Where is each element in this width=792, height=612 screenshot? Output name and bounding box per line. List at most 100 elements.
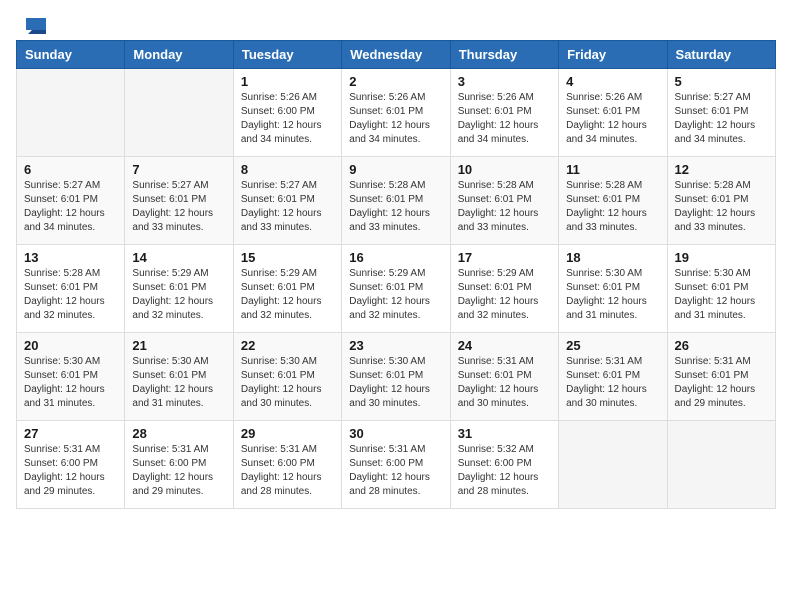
week-row-3: 13 Sunrise: 5:28 AM Sunset: 6:01 PM Dayli…: [17, 245, 776, 333]
day-info: Sunrise: 5:30 AM Sunset: 6:01 PM Dayligh…: [349, 355, 442, 411]
day-number: 22: [241, 338, 334, 353]
calendar-cell: [125, 69, 233, 157]
day-number: 29: [241, 426, 334, 441]
weekday-header-wednesday: Wednesday: [342, 41, 450, 69]
calendar-cell: 15Sunrise: 5:29 AM Sunset: 6:01 PM Dayli…: [233, 245, 341, 333]
day-number: 9: [349, 162, 442, 177]
day-number: 10: [458, 162, 551, 177]
calendar-cell: [559, 421, 667, 509]
page-header: [16, 16, 776, 30]
calendar-cell: 2 Sunrise: 5:26 AM Sunset: 6:01 PM Daylig…: [342, 69, 450, 157]
day-number: 23: [349, 338, 442, 353]
calendar-cell: 11 Sunrise: 5:28 AM Sunset: 6:01 PM Dayli…: [559, 157, 667, 245]
day-info: Sunrise: 5:31 AM Sunset: 6:00 PM Dayligh…: [241, 443, 334, 499]
calendar-cell: 7 Sunrise: 5:27 AM Sunset: 6:01 PM Daylig…: [125, 157, 233, 245]
day-info: Sunrise: 5:32 AM Sunset: 6:00 PM Dayligh…: [458, 443, 551, 499]
day-number: 3: [458, 74, 551, 89]
calendar-cell: 6 Sunrise: 5:27 AM Sunset: 6:01 PM Daylig…: [17, 157, 125, 245]
calendar-cell: 4Sunrise: 5:26 AM Sunset: 6:01 PM Daylig…: [559, 69, 667, 157]
day-info: Sunrise: 5:28 AM Sunset: 6:01 PM Dayligh…: [566, 179, 659, 235]
week-row-1: 1 Sunrise: 5:26 AM Sunset: 6:00 PM Daylig…: [17, 69, 776, 157]
weekday-header-sunday: Sunday: [17, 41, 125, 69]
day-info: Sunrise: 5:30 AM Sunset: 6:01 PM Dayligh…: [24, 355, 117, 411]
calendar-cell: 3 Sunrise: 5:26 AM Sunset: 6:01 PM Daylig…: [450, 69, 558, 157]
day-info: Sunrise: 5:28 AM Sunset: 6:01 PM Dayligh…: [24, 267, 117, 323]
weekday-header-monday: Monday: [125, 41, 233, 69]
calendar-cell: [17, 69, 125, 157]
calendar-cell: 30Sunrise: 5:31 AM Sunset: 6:00 PM Dayli…: [342, 421, 450, 509]
calendar-cell: 27Sunrise: 5:31 AM Sunset: 6:00 PM Dayli…: [17, 421, 125, 509]
day-number: 2: [349, 74, 442, 89]
weekday-header-row: SundayMondayTuesdayWednesdayThursdayFrid…: [17, 41, 776, 69]
day-number: 13: [24, 250, 117, 265]
calendar-cell: 9 Sunrise: 5:28 AM Sunset: 6:01 PM Daylig…: [342, 157, 450, 245]
calendar-cell: 22 Sunrise: 5:30 AM Sunset: 6:01 PM Dayli…: [233, 333, 341, 421]
calendar-cell: 31 Sunrise: 5:32 AM Sunset: 6:00 PM Dayli…: [450, 421, 558, 509]
calendar-cell: 20Sunrise: 5:30 AM Sunset: 6:01 PM Dayli…: [17, 333, 125, 421]
day-info: Sunrise: 5:27 AM Sunset: 6:01 PM Dayligh…: [241, 179, 334, 235]
day-info: Sunrise: 5:26 AM Sunset: 6:01 PM Dayligh…: [349, 91, 442, 147]
calendar-cell: 8 Sunrise: 5:27 AM Sunset: 6:01 PM Daylig…: [233, 157, 341, 245]
calendar-cell: 14 Sunrise: 5:29 AM Sunset: 6:01 PM Dayli…: [125, 245, 233, 333]
calendar-cell: 10Sunrise: 5:28 AM Sunset: 6:01 PM Dayli…: [450, 157, 558, 245]
calendar-cell: 12 Sunrise: 5:28 AM Sunset: 6:01 PM Dayli…: [667, 157, 775, 245]
day-number: 14: [132, 250, 225, 265]
day-info: Sunrise: 5:30 AM Sunset: 6:01 PM Dayligh…: [132, 355, 225, 411]
day-info: Sunrise: 5:27 AM Sunset: 6:01 PM Dayligh…: [24, 179, 117, 235]
calendar-cell: 19 Sunrise: 5:30 AM Sunset: 6:01 PM Dayli…: [667, 245, 775, 333]
day-info: Sunrise: 5:31 AM Sunset: 6:00 PM Dayligh…: [349, 443, 442, 499]
day-info: Sunrise: 5:26 AM Sunset: 6:01 PM Dayligh…: [458, 91, 551, 147]
day-info: Sunrise: 5:31 AM Sunset: 6:01 PM Dayligh…: [566, 355, 659, 411]
calendar-cell: 13 Sunrise: 5:28 AM Sunset: 6:01 PM Dayli…: [17, 245, 125, 333]
day-number: 19: [675, 250, 768, 265]
day-number: 11: [566, 162, 659, 177]
weekday-header-tuesday: Tuesday: [233, 41, 341, 69]
day-info: Sunrise: 5:30 AM Sunset: 6:01 PM Dayligh…: [566, 267, 659, 323]
weekday-header-friday: Friday: [559, 41, 667, 69]
calendar-cell: 5Sunrise: 5:27 AM Sunset: 6:01 PM Daylig…: [667, 69, 775, 157]
calendar-cell: 26 Sunrise: 5:31 AM Sunset: 6:01 PM Dayli…: [667, 333, 775, 421]
day-number: 31: [458, 426, 551, 441]
day-number: 26: [675, 338, 768, 353]
day-number: 17: [458, 250, 551, 265]
day-number: 18: [566, 250, 659, 265]
day-info: Sunrise: 5:26 AM Sunset: 6:00 PM Dayligh…: [241, 91, 334, 147]
week-row-5: 27Sunrise: 5:31 AM Sunset: 6:00 PM Dayli…: [17, 421, 776, 509]
calendar-cell: 16 Sunrise: 5:29 AM Sunset: 6:01 PM Dayli…: [342, 245, 450, 333]
day-info: Sunrise: 5:31 AM Sunset: 6:00 PM Dayligh…: [132, 443, 225, 499]
day-info: Sunrise: 5:31 AM Sunset: 6:01 PM Dayligh…: [675, 355, 768, 411]
day-info: Sunrise: 5:29 AM Sunset: 6:01 PM Dayligh…: [132, 267, 225, 323]
day-number: 6: [24, 162, 117, 177]
day-info: Sunrise: 5:28 AM Sunset: 6:01 PM Dayligh…: [349, 179, 442, 235]
day-number: 24: [458, 338, 551, 353]
calendar-cell: 18 Sunrise: 5:30 AM Sunset: 6:01 PM Dayli…: [559, 245, 667, 333]
day-number: 8: [241, 162, 334, 177]
weekday-header-saturday: Saturday: [667, 41, 775, 69]
calendar-cell: 21 Sunrise: 5:30 AM Sunset: 6:01 PM Dayli…: [125, 333, 233, 421]
calendar-cell: 28 Sunrise: 5:31 AM Sunset: 6:00 PM Dayli…: [125, 421, 233, 509]
day-info: Sunrise: 5:28 AM Sunset: 6:01 PM Dayligh…: [675, 179, 768, 235]
day-number: 1: [241, 74, 334, 89]
day-number: 16: [349, 250, 442, 265]
day-info: Sunrise: 5:31 AM Sunset: 6:00 PM Dayligh…: [24, 443, 117, 499]
day-number: 25: [566, 338, 659, 353]
day-number: 21: [132, 338, 225, 353]
week-row-2: 6 Sunrise: 5:27 AM Sunset: 6:01 PM Daylig…: [17, 157, 776, 245]
calendar-table: SundayMondayTuesdayWednesdayThursdayFrid…: [16, 40, 776, 509]
day-info: Sunrise: 5:30 AM Sunset: 6:01 PM Dayligh…: [241, 355, 334, 411]
day-info: Sunrise: 5:29 AM Sunset: 6:01 PM Dayligh…: [349, 267, 442, 323]
logo-icon: [18, 16, 46, 34]
day-number: 28: [132, 426, 225, 441]
week-row-4: 20Sunrise: 5:30 AM Sunset: 6:01 PM Dayli…: [17, 333, 776, 421]
day-number: 12: [675, 162, 768, 177]
logo: [16, 16, 46, 30]
day-info: Sunrise: 5:27 AM Sunset: 6:01 PM Dayligh…: [132, 179, 225, 235]
day-info: Sunrise: 5:30 AM Sunset: 6:01 PM Dayligh…: [675, 267, 768, 323]
weekday-header-thursday: Thursday: [450, 41, 558, 69]
calendar-cell: 23 Sunrise: 5:30 AM Sunset: 6:01 PM Dayli…: [342, 333, 450, 421]
day-number: 15: [241, 250, 334, 265]
calendar-cell: 1 Sunrise: 5:26 AM Sunset: 6:00 PM Daylig…: [233, 69, 341, 157]
calendar-cell: 17Sunrise: 5:29 AM Sunset: 6:01 PM Dayli…: [450, 245, 558, 333]
calendar-cell: [667, 421, 775, 509]
day-number: 7: [132, 162, 225, 177]
